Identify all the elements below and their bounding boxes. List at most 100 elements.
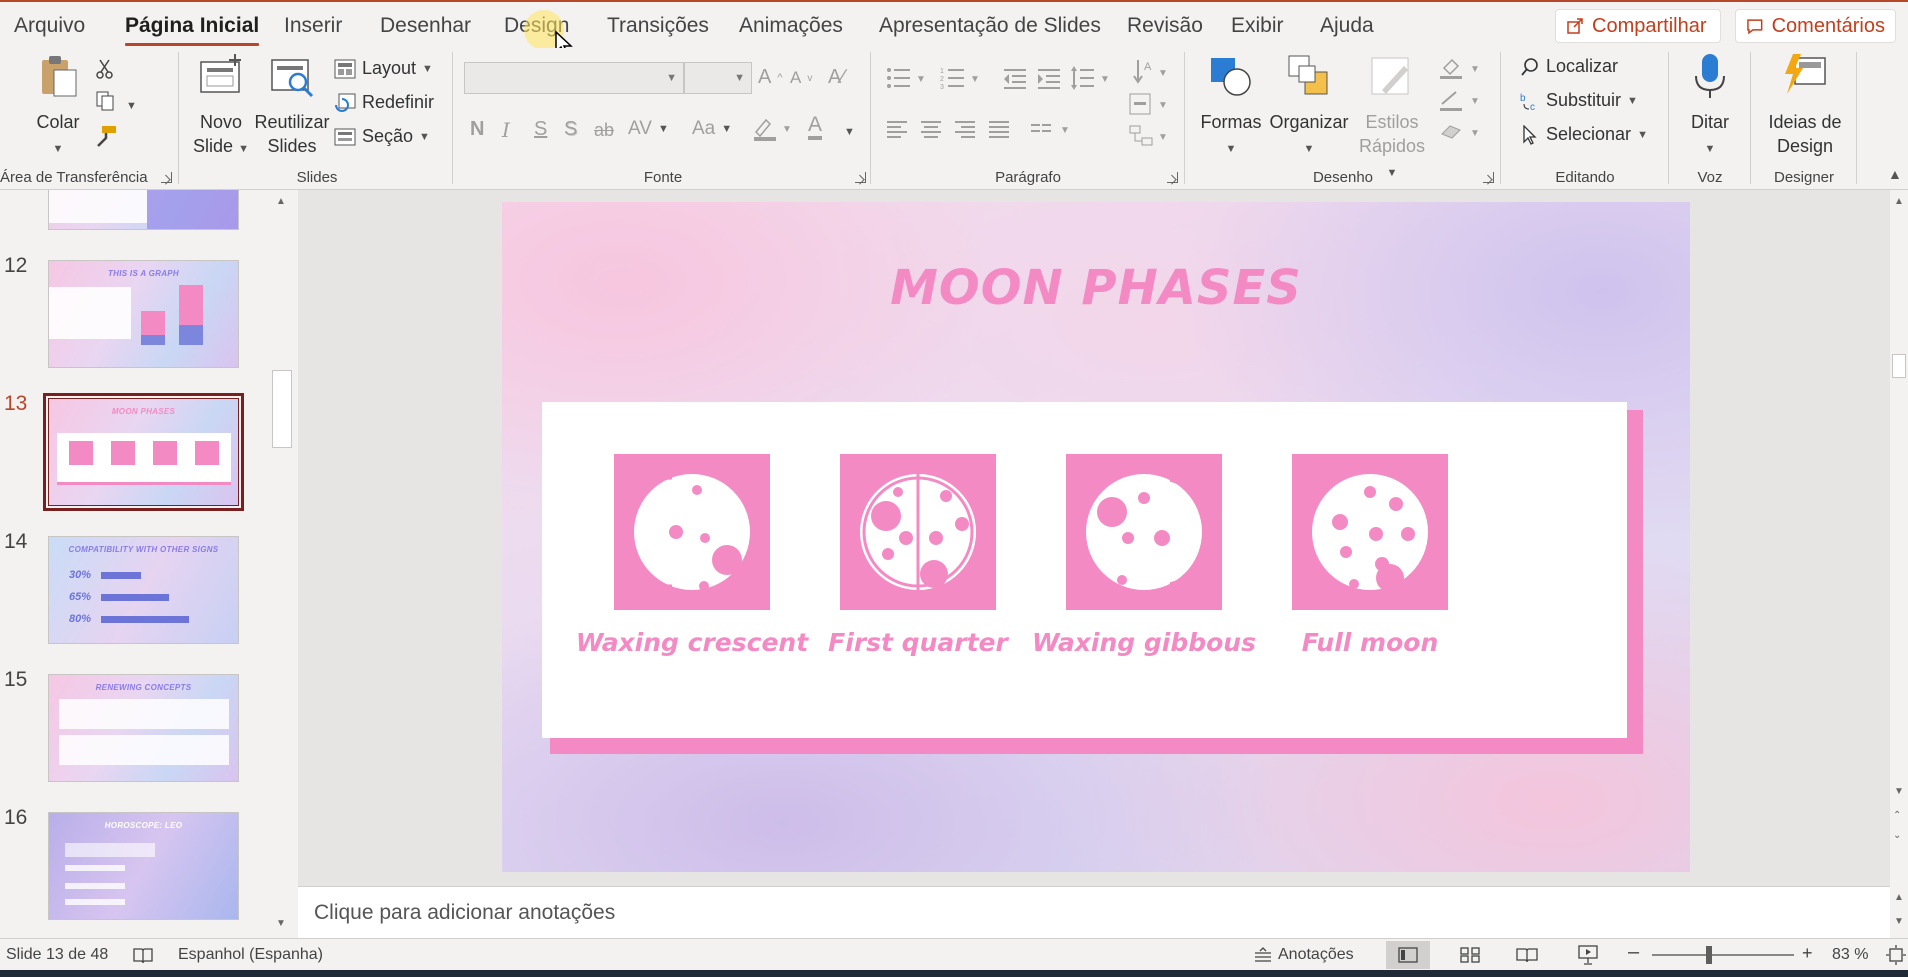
clear-format-button[interactable]: A∕ [828, 66, 845, 89]
font-color-dropdown[interactable]: ▼ [844, 126, 855, 138]
scroll-up-icon[interactable]: ▲ [276, 196, 286, 207]
slide-canvas[interactable]: MOON PHASES Waxing crescent First quarte… [502, 202, 1690, 872]
replace-button[interactable]: bc Substituir ▼ [1520, 90, 1638, 111]
phase-waxing-crescent[interactable]: Waxing crescent [572, 454, 812, 657]
font-launcher[interactable] [855, 172, 866, 183]
scroll-down-icon[interactable]: ▼ [1894, 786, 1904, 797]
slide-thumbnail-14[interactable]: COMPATIBILITY WITH OTHER SIGNS 30% 65% 8… [48, 536, 239, 644]
slideshow-icon[interactable] [1578, 945, 1598, 965]
normal-view-button[interactable] [1386, 941, 1430, 969]
section-button[interactable]: Seção ▼ [334, 126, 430, 147]
phase-waxing-gibbous[interactable]: Waxing gibbous [1024, 454, 1264, 657]
text-direction-icon[interactable]: A▼ [1128, 58, 1168, 88]
align-text-icon[interactable]: ▼ [1128, 92, 1168, 116]
arrange-button[interactable]: Organizar ▼ [1266, 52, 1352, 161]
collapse-ribbon-icon[interactable]: ▼ [1888, 168, 1902, 184]
tab-revisao[interactable]: Revisão [1127, 14, 1203, 38]
decrease-indent-icon[interactable] [1002, 66, 1028, 90]
slide-sorter-icon[interactable] [1460, 947, 1480, 963]
zoom-out-button[interactable]: – [1628, 941, 1639, 964]
cut-icon[interactable] [94, 58, 116, 80]
copy-dropdown[interactable]: ▼ [126, 100, 137, 112]
italic-button[interactable]: I [502, 118, 510, 142]
notes-scroll-down-icon[interactable]: ▼ [1894, 916, 1904, 927]
layout-button[interactable]: Layout ▼ [334, 58, 433, 79]
align-right-icon[interactable] [954, 118, 976, 140]
notes-placeholder[interactable]: Clique para adicionar anotações [314, 901, 615, 925]
language-indicator[interactable]: Espanhol (Espanha) [178, 946, 323, 964]
zoom-in-button[interactable]: + [1802, 943, 1813, 964]
tab-inserir[interactable]: Inserir [284, 14, 342, 38]
notes-toggle-button[interactable]: Anotações [1254, 943, 1354, 967]
shape-outline-icon[interactable]: ▼ [1438, 88, 1484, 112]
slide-thumbnail-13[interactable]: MOON PHASES [43, 393, 244, 511]
tab-arquivo[interactable]: Arquivo [14, 14, 85, 38]
find-button[interactable]: Localizar [1520, 56, 1618, 77]
tab-apresentacao[interactable]: Apresentação de Slides [879, 14, 1101, 38]
underline-button[interactable]: S [534, 118, 547, 141]
previous-slide-icon[interactable]: ⌃ [1893, 810, 1901, 821]
scroll-up-icon[interactable]: ▲ [1894, 196, 1904, 207]
slide-thumbnail-12[interactable]: THIS IS A GRAPH [48, 260, 239, 368]
slide-title[interactable]: MOON PHASES [502, 260, 1690, 316]
paragraph-launcher[interactable] [1167, 172, 1178, 183]
clipboard-launcher[interactable] [161, 172, 172, 183]
char-spacing-button[interactable]: AV ▼ [628, 118, 669, 140]
columns-icon[interactable]: ▼ [1030, 120, 1074, 140]
shape-effects-icon[interactable]: ▼ [1438, 120, 1484, 144]
thumbnail-scrollbar[interactable]: ▲ ▼ [268, 190, 296, 937]
line-spacing-icon[interactable]: ▼ [1070, 66, 1110, 90]
bullets-icon[interactable]: ▼ [886, 66, 926, 90]
bold-button[interactable]: N [470, 118, 484, 141]
dictate-button[interactable]: Ditar ▼ [1682, 52, 1738, 161]
increase-indent-icon[interactable] [1036, 66, 1062, 90]
copy-icon[interactable] [94, 90, 116, 112]
strikethrough-button[interactable]: ab [594, 120, 614, 141]
next-slide-icon[interactable]: ⌄ [1893, 830, 1901, 841]
reuse-slides-button[interactable]: Reutilizar Slides [254, 52, 330, 158]
notes-scroll-up-icon[interactable]: ▲ [1894, 892, 1904, 903]
design-ideas-button[interactable]: Ideias de Design [1760, 52, 1850, 158]
phases-card[interactable]: Waxing crescent First quarter Waxing gib… [542, 402, 1627, 738]
align-center-icon[interactable] [920, 118, 942, 140]
phase-first-quarter[interactable]: First quarter [798, 454, 1038, 657]
tab-pagina-inicial[interactable]: Página Inicial [125, 14, 260, 46]
tab-desenhar[interactable]: Desenhar [380, 14, 471, 38]
tab-exibir[interactable]: Exibir [1231, 14, 1284, 38]
font-name-combo[interactable]: ▼ [464, 62, 684, 94]
grow-font-button[interactable]: A ^ [758, 66, 783, 89]
notes-pane[interactable]: Clique para adicionar anotações [298, 886, 1890, 938]
zoom-percentage[interactable]: 83 % [1832, 946, 1868, 964]
zoom-slider-thumb[interactable] [1706, 946, 1712, 964]
share-button[interactable]: Compartilhar [1555, 9, 1721, 43]
shadow-button[interactable]: S [564, 118, 577, 141]
numbering-icon[interactable]: 123 ▼ [940, 66, 980, 90]
smartart-icon[interactable]: ▼ [1128, 124, 1168, 148]
shapes-button[interactable]: Formas ▼ [1198, 52, 1264, 161]
paste-button[interactable]: Colar ▼ [30, 52, 86, 161]
slide-thumbnail-16[interactable]: HOROSCOPE: LEO [48, 812, 239, 920]
new-slide-button[interactable]: Novo Slide ▼ [192, 52, 250, 161]
shape-fill-icon[interactable]: ▼ [1438, 56, 1484, 80]
scroll-down-icon[interactable]: ▼ [276, 918, 286, 929]
scroll-thumb[interactable] [1892, 354, 1906, 378]
format-painter-icon[interactable] [94, 124, 118, 148]
font-color-button[interactable]: A [808, 114, 823, 140]
quick-styles-button[interactable]: Estilos Rápidos ▼ [1354, 52, 1430, 185]
tab-transicoes[interactable]: Transições [607, 14, 709, 38]
tab-animacoes[interactable]: Animações [739, 14, 843, 38]
zoom-slider[interactable] [1652, 946, 1794, 964]
reset-button[interactable]: Redefinir [334, 92, 434, 113]
fit-slide-icon[interactable] [1886, 945, 1906, 965]
scroll-thumb[interactable] [272, 370, 292, 448]
accessibility-book-icon[interactable] [132, 947, 154, 965]
align-left-icon[interactable] [886, 118, 908, 140]
drawing-launcher[interactable] [1483, 172, 1494, 183]
comments-button[interactable]: Comentários [1735, 9, 1896, 43]
editor-scrollbar[interactable]: ▲ ▼ ⌃ ⌄ ▲ ▼ [1890, 190, 1908, 937]
reading-view-icon[interactable] [1516, 947, 1538, 963]
font-size-combo[interactable]: ▼ [684, 62, 752, 94]
justify-icon[interactable] [988, 118, 1010, 140]
change-case-button[interactable]: Aa ▼ [692, 118, 732, 140]
slide-thumbnail-11[interactable] [48, 190, 239, 230]
